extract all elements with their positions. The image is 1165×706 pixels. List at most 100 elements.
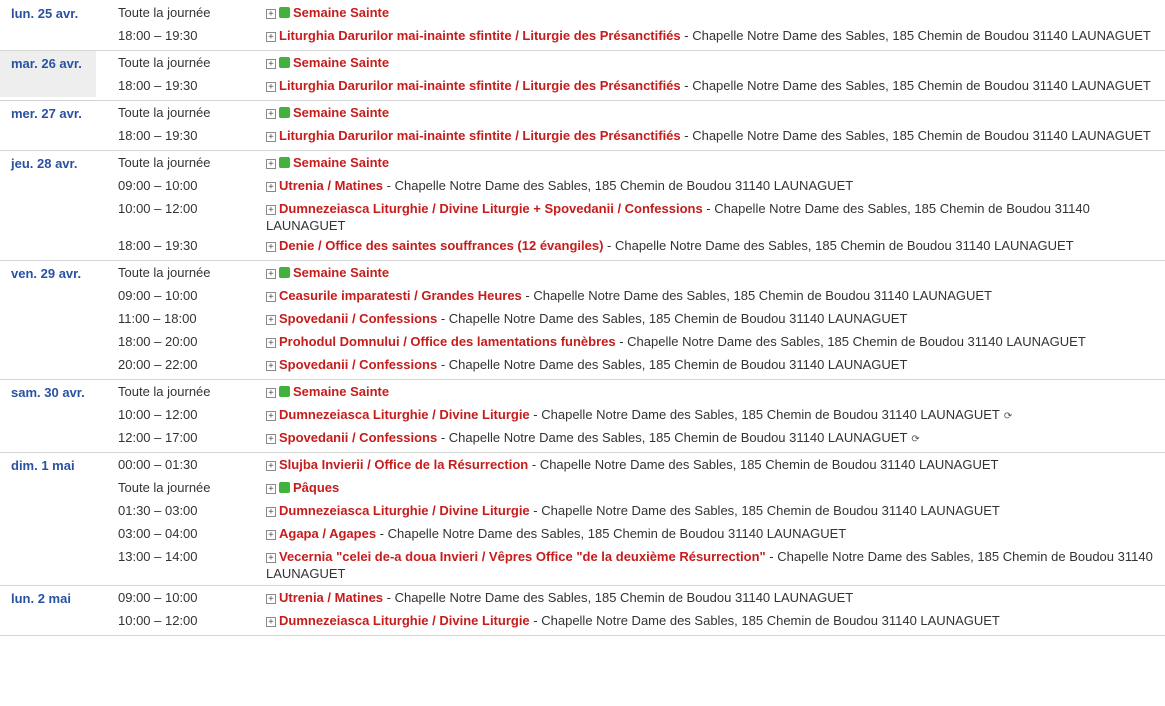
event-time: 13:00 – 14:00 bbox=[118, 549, 198, 564]
event-body: + Agapa / Agapes - Chapelle Notre Dame de… bbox=[266, 525, 1165, 542]
event-title-link[interactable]: Utrenia / Matines bbox=[279, 590, 383, 605]
day-date[interactable]: dim. 1 mai bbox=[0, 453, 96, 582]
expand-plus-icon[interactable]: + bbox=[266, 32, 276, 42]
day-date[interactable]: ven. 29 avr. bbox=[0, 261, 96, 376]
day-date[interactable]: jeu. 28 avr. bbox=[0, 151, 96, 257]
event-body: + Semaine Sainte bbox=[266, 383, 1165, 400]
event-item: Toute la journée + Semaine Sainte bbox=[96, 1, 1165, 24]
expand-plus-icon[interactable]: + bbox=[266, 132, 276, 142]
event-item: 11:00 – 18:00 + Spovedanii / Confessions -… bbox=[96, 307, 1165, 330]
expand-plus-icon[interactable]: + bbox=[266, 9, 276, 19]
event-location: Chapelle Notre Dame des Sables, 185 Chem… bbox=[539, 457, 999, 472]
expand-plus-icon[interactable]: + bbox=[266, 553, 276, 563]
event-title-link[interactable]: Slujba Invierii / Office de la Résurrect… bbox=[279, 457, 528, 472]
event-body: + Liturghia Darurilor mai-inainte sfintit… bbox=[266, 127, 1165, 144]
event-location: Chapelle Notre Dame des Sables, 185 Chem… bbox=[394, 590, 854, 605]
event-time: 11:00 – 18:00 bbox=[118, 311, 197, 326]
event-body: + Semaine Sainte bbox=[266, 104, 1165, 121]
event-title-link[interactable]: Dumnezeiasca Liturghie / Divine Liturgie… bbox=[279, 201, 703, 216]
expand-plus-icon[interactable]: + bbox=[266, 411, 276, 421]
event-title-link[interactable]: Spovedanii / Confessions bbox=[279, 357, 437, 372]
event-item: 10:00 – 12:00 + Dumnezeiasca Liturghie / D… bbox=[96, 403, 1165, 426]
expand-plus-icon[interactable]: + bbox=[266, 159, 276, 169]
event-title-link[interactable]: Semaine Sainte bbox=[293, 105, 389, 120]
expand-plus-icon[interactable]: + bbox=[266, 530, 276, 540]
event-time: 18:00 – 19:30 bbox=[118, 78, 198, 93]
event-title-link[interactable]: Liturghia Darurilor mai-inainte sfintite… bbox=[279, 128, 681, 143]
event-body: + Pâques bbox=[266, 479, 1165, 496]
event-title-link[interactable]: Semaine Sainte bbox=[293, 5, 389, 20]
expand-plus-icon[interactable]: + bbox=[266, 315, 276, 325]
day-date[interactable]: mar. 26 avr. bbox=[0, 51, 96, 97]
expand-plus-icon[interactable]: + bbox=[266, 182, 276, 192]
expand-plus-icon[interactable]: + bbox=[266, 388, 276, 398]
event-title-link[interactable]: Utrenia / Matines bbox=[279, 178, 383, 193]
event-title-link[interactable]: Semaine Sainte bbox=[293, 55, 389, 70]
event-time: 18:00 – 19:30 bbox=[118, 128, 198, 143]
event-separator: - bbox=[437, 430, 449, 445]
event-title-link[interactable]: Semaine Sainte bbox=[293, 384, 389, 399]
event-separator: - bbox=[521, 288, 534, 303]
expand-plus-icon[interactable]: + bbox=[266, 205, 276, 215]
event-title-link[interactable]: Prohodul Domnului / Office des lamentati… bbox=[279, 334, 616, 349]
event-title-link[interactable]: Liturghia Darurilor mai-inainte sfintite… bbox=[279, 78, 681, 93]
event-time: 10:00 – 12:00 bbox=[118, 613, 198, 628]
event-body: + Semaine Sainte bbox=[266, 154, 1165, 171]
event-time: 18:00 – 20:00 bbox=[118, 334, 198, 349]
expand-plus-icon[interactable]: + bbox=[266, 338, 276, 348]
event-title-link[interactable]: Dumnezeiasca Liturghie / Divine Liturgie bbox=[279, 503, 530, 518]
event-title-link[interactable]: Dumnezeiasca Liturghie / Divine Liturgie bbox=[279, 407, 530, 422]
expand-plus-icon[interactable]: + bbox=[266, 461, 276, 471]
event-location: Chapelle Notre Dame des Sables, 185 Chem… bbox=[692, 78, 1151, 93]
event-body: + Liturghia Darurilor mai-inainte sfintit… bbox=[266, 27, 1165, 44]
event-time: 03:00 – 04:00 bbox=[118, 526, 198, 541]
event-time: Toute la journée bbox=[118, 384, 211, 399]
event-separator: - bbox=[437, 311, 449, 326]
event-item: 10:00 – 12:00 + Dumnezeiasca Liturghie / D… bbox=[96, 609, 1165, 632]
event-separator: - bbox=[680, 28, 693, 43]
day-date[interactable]: lun. 2 mai bbox=[0, 586, 96, 632]
expand-plus-icon[interactable]: + bbox=[266, 242, 276, 252]
event-title-link[interactable]: Liturghia Darurilor mai-inainte sfintite… bbox=[279, 28, 681, 43]
expand-plus-icon[interactable]: + bbox=[266, 617, 276, 627]
expand-plus-icon[interactable]: + bbox=[266, 292, 276, 302]
expand-plus-icon[interactable]: + bbox=[266, 269, 276, 279]
event-item: 09:00 – 10:00 + Utrenia / Matines - Chapel… bbox=[96, 586, 1165, 609]
event-location: Chapelle Notre Dame des Sables, 185 Chem… bbox=[387, 526, 847, 541]
event-title-link[interactable]: Pâques bbox=[293, 480, 339, 495]
expand-plus-icon[interactable]: + bbox=[266, 594, 276, 604]
event-title-link[interactable]: Dumnezeiasca Liturghie / Divine Liturgie bbox=[279, 613, 530, 628]
event-time: Toute la journée bbox=[118, 155, 211, 170]
event-separator: - bbox=[528, 457, 540, 472]
event-title-link[interactable]: Spovedanii / Confessions bbox=[279, 430, 437, 445]
event-title-link[interactable]: Denie / Office des saintes souffrances (… bbox=[279, 238, 603, 253]
event-separator: - bbox=[529, 613, 542, 628]
expand-plus-icon[interactable]: + bbox=[266, 484, 276, 494]
expand-plus-icon[interactable]: + bbox=[266, 434, 276, 444]
event-body: + Denie / Office des saintes souffrances … bbox=[266, 237, 1165, 254]
event-title-link[interactable]: Spovedanii / Confessions bbox=[279, 311, 437, 326]
day-events: Toute la journée + Semaine Sainte 18:00 – 1… bbox=[96, 101, 1165, 147]
event-body: + Spovedanii / Confessions - Chapelle Not… bbox=[266, 356, 1165, 373]
event-body: + Ceasurile imparatesti / Grandes Heures … bbox=[266, 287, 1165, 304]
allday-chip-icon bbox=[279, 386, 290, 397]
expand-plus-icon[interactable]: + bbox=[266, 109, 276, 119]
event-time: Toute la journée bbox=[118, 5, 211, 20]
event-title-link[interactable]: Agapa / Agapes bbox=[279, 526, 376, 541]
event-body: + Semaine Sainte bbox=[266, 54, 1165, 71]
event-item: Toute la journée + Semaine Sainte bbox=[96, 380, 1165, 403]
expand-plus-icon[interactable]: + bbox=[266, 361, 276, 371]
expand-plus-icon[interactable]: + bbox=[266, 507, 276, 517]
day-date[interactable]: mer. 27 avr. bbox=[0, 101, 96, 147]
event-title-link[interactable]: Ceasurile imparatesti / Grandes Heures bbox=[279, 288, 522, 303]
day-date[interactable]: lun. 25 avr. bbox=[0, 1, 96, 47]
event-separator: - bbox=[529, 407, 542, 422]
event-title-link[interactable]: Semaine Sainte bbox=[293, 155, 389, 170]
expand-plus-icon[interactable]: + bbox=[266, 82, 276, 92]
event-title-link[interactable]: Semaine Sainte bbox=[293, 265, 389, 280]
day-date[interactable]: sam. 30 avr. bbox=[0, 380, 96, 449]
event-title-link[interactable]: Vecernia "celei de-a doua Invieri / Vêpr… bbox=[279, 549, 766, 564]
expand-plus-icon[interactable]: + bbox=[266, 59, 276, 69]
allday-chip-icon bbox=[279, 482, 290, 493]
event-location: Chapelle Notre Dame des Sables, 185 Chem… bbox=[533, 288, 992, 303]
